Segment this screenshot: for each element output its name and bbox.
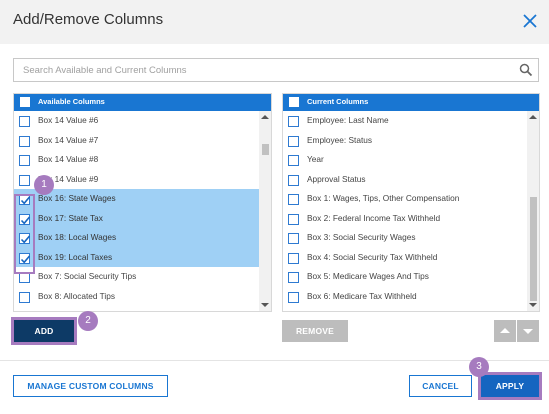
dialog-header: Add/Remove Columns	[0, 0, 549, 44]
list-item-label: Box 14 Value #8	[38, 154, 99, 164]
list-item[interactable]: Box 8: Allocated Tips	[14, 287, 271, 307]
move-down-button[interactable]	[517, 320, 539, 342]
close-icon[interactable]	[521, 12, 539, 30]
list-item-label: Employee: Last Name	[307, 115, 389, 125]
add-button[interactable]: ADD	[11, 317, 77, 345]
list-item-label: Employee: Status	[307, 134, 373, 145]
list-item-checkbox[interactable]	[288, 194, 299, 205]
scroll-thumb[interactable]	[262, 144, 269, 155]
list-item-checkbox[interactable]	[288, 116, 299, 127]
current-columns-list: Employee: Last Name Employee: Status Year A…	[283, 111, 539, 311]
select-all-current-checkbox[interactable]	[289, 97, 299, 107]
list-item[interactable]: Box 18: Local Wages	[14, 228, 271, 248]
list-item-checkbox[interactable]	[288, 272, 299, 283]
list-item-label: Box 14 Value #6	[38, 115, 99, 125]
list-item[interactable]: Box 1: Wages, Tips, Other Compensation	[283, 189, 539, 209]
list-item-checkbox[interactable]	[19, 155, 30, 166]
list-item[interactable]: Employee: Status	[283, 131, 539, 151]
list-item-checkbox[interactable]	[288, 252, 299, 264]
search-icon[interactable]	[519, 63, 533, 77]
list-item[interactable]: Box 4: Social Security Tax Withheld	[283, 248, 539, 268]
list-item-checkbox[interactable]	[19, 291, 30, 303]
arrow-up-icon	[500, 328, 510, 333]
remove-button[interactable]: REMOVE	[282, 320, 348, 342]
arrow-down-icon	[523, 329, 533, 334]
available-columns-header: Available Columns	[14, 94, 271, 111]
scroll-up-arrow-icon[interactable]	[261, 115, 269, 119]
list-item[interactable]: Box 3: Social Security Wages	[283, 228, 539, 248]
list-item-checkbox[interactable]	[288, 213, 299, 225]
available-columns-title: Available Columns	[38, 97, 105, 106]
step-1-badge: 1	[34, 175, 54, 195]
search-box	[13, 58, 539, 82]
list-item-checkbox[interactable]	[19, 116, 30, 127]
step-3-badge: 3	[469, 357, 489, 377]
move-up-button[interactable]	[494, 320, 516, 342]
list-item-label: Box 5: Medicare Wages And Tips	[307, 271, 429, 281]
list-item-label: Box 18: Local Wages	[38, 232, 117, 242]
list-item-label: Box 1: Wages, Tips, Other Compensation	[307, 193, 460, 203]
list-item-label: Box 4: Social Security Tax Withheld	[307, 251, 438, 262]
list-item-label: Approval Status	[307, 173, 366, 184]
list-item-checkbox[interactable]	[19, 135, 30, 147]
scroll-down-arrow-icon[interactable]	[261, 303, 269, 307]
current-scrollbar[interactable]	[527, 111, 539, 311]
list-item-checkbox[interactable]	[19, 174, 30, 186]
list-item[interactable]: Box 2: Federal Income Tax Withheld	[283, 209, 539, 229]
footer-divider	[0, 360, 549, 361]
list-item[interactable]: Year	[283, 150, 539, 170]
available-scrollbar[interactable]	[259, 111, 271, 311]
list-item-label: Box 19: Local Taxes	[38, 251, 113, 262]
list-item-checkbox[interactable]	[288, 174, 299, 186]
available-columns-list: Box 14 Value #6 Box 14 Value #7 Box 14 Val…	[14, 111, 271, 311]
scroll-down-arrow-icon[interactable]	[529, 303, 537, 307]
list-item-label: Box 6: Medicare Tax Withheld	[307, 290, 417, 301]
list-item[interactable]: Box 14 Value #8	[14, 150, 271, 170]
list-item-label: Year	[307, 154, 324, 164]
current-columns-title: Current Columns	[307, 97, 369, 106]
list-item-label: Box 3: Social Security Wages	[307, 232, 416, 242]
cancel-button[interactable]: CANCEL	[409, 375, 472, 397]
step-2-badge: 2	[78, 311, 98, 331]
select-all-available-checkbox[interactable]	[20, 97, 30, 107]
list-item[interactable]: Employee: Last Name	[283, 111, 539, 131]
list-item[interactable]: Box 7: Social Security Tips	[14, 267, 271, 287]
checkbox-highlight	[14, 194, 35, 274]
list-item[interactable]: Box 6: Medicare Tax Withheld	[283, 287, 539, 307]
manage-custom-columns-button[interactable]: MANAGE CUSTOM COLUMNS	[13, 375, 168, 397]
current-columns-header: Current Columns	[283, 94, 539, 111]
list-item[interactable]: Approval Status	[283, 170, 539, 190]
list-item-checkbox[interactable]	[288, 135, 299, 147]
list-item-label: Box 2: Federal Income Tax Withheld	[307, 212, 441, 223]
search-input[interactable]	[14, 59, 504, 81]
apply-button[interactable]: APPLY	[478, 372, 542, 400]
available-columns-panel: Available Columns Box 14 Value #6 Box 14 …	[13, 93, 272, 312]
current-columns-panel: Current Columns Employee: Last Name Emplo…	[282, 93, 540, 312]
list-item-label: Box 8: Allocated Tips	[38, 290, 116, 301]
list-item[interactable]: Box 14 Value #7	[14, 131, 271, 151]
list-item-checkbox[interactable]	[288, 291, 299, 303]
scroll-thumb[interactable]	[530, 197, 537, 301]
dialog-title: Add/Remove Columns	[13, 11, 164, 28]
list-item-label: Box 14 Value #7	[38, 134, 99, 145]
list-item[interactable]: Box 14 Value #6	[14, 111, 271, 131]
list-item-label: Box 17: State Tax	[38, 212, 103, 223]
list-item[interactable]: Box 17: State Tax	[14, 208, 271, 228]
scroll-up-arrow-icon[interactable]	[529, 115, 537, 119]
list-item[interactable]: Box 16: State Wages	[14, 189, 271, 209]
list-item-checkbox[interactable]	[288, 233, 299, 244]
list-item-label: Box 7: Social Security Tips	[38, 271, 137, 281]
list-item[interactable]: Box 19: Local Taxes	[14, 247, 271, 267]
list-item-checkbox[interactable]	[288, 155, 299, 166]
list-item[interactable]: Box 5: Medicare Wages And Tips	[283, 267, 539, 287]
